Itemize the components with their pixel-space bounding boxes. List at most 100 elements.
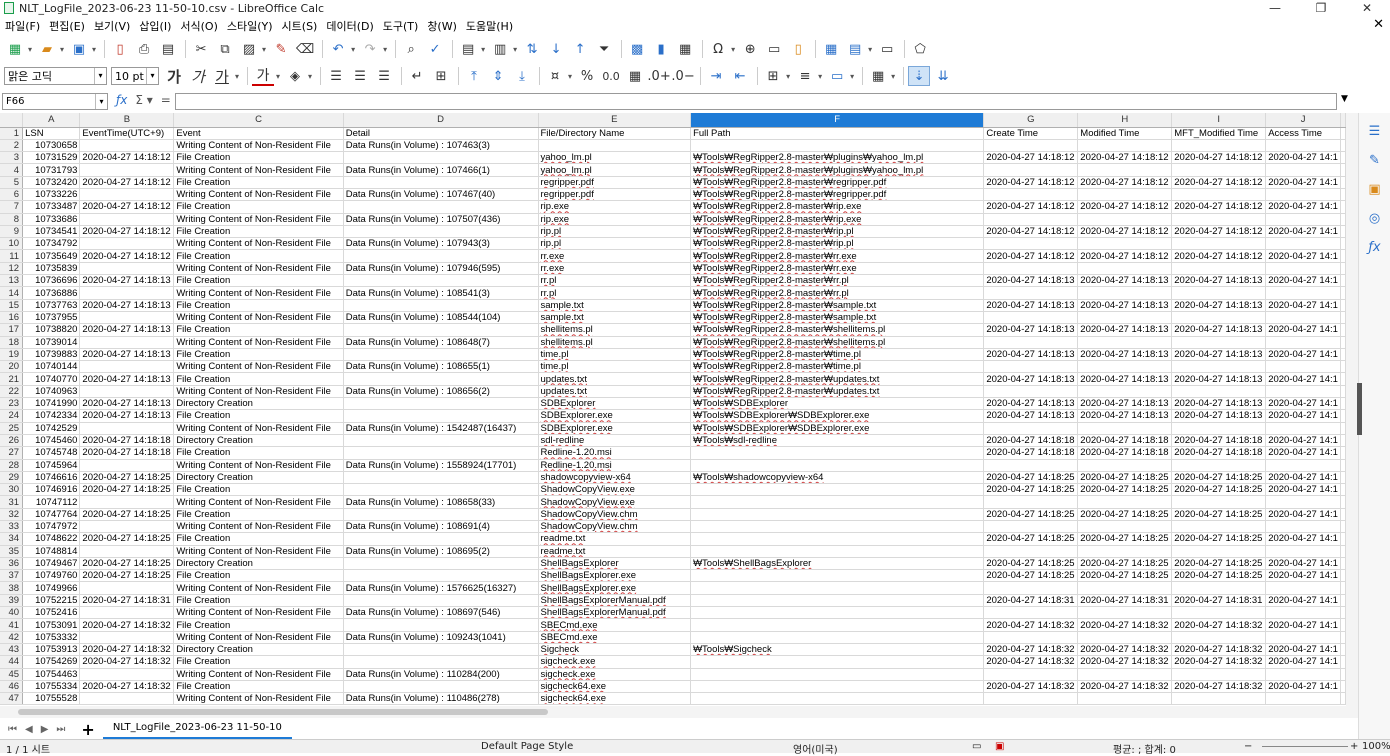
cell[interactable]: EventTime(UTC+9) [79,127,175,140]
chevron-down-icon[interactable]: ▾ [146,68,158,84]
conditional-format-icon[interactable]: ▦ [867,66,889,86]
cell[interactable]: 10748622 [22,532,81,546]
column-header[interactable]: C [173,113,344,128]
cell[interactable]: 2020-04-27 14:18:12 [1171,176,1267,189]
cell[interactable] [1340,680,1346,694]
cell[interactable]: 10742529 [22,422,81,435]
cell[interactable] [79,385,175,399]
cell[interactable] [79,163,175,177]
row-header[interactable]: 11 [0,249,24,263]
paste-icon[interactable]: ▨ [238,39,260,59]
cell[interactable]: 2020-04-27 14:18:25 [983,508,1079,522]
cell[interactable] [1340,139,1346,153]
cell[interactable]: 2020-04-27 14:18:25 [1077,532,1173,546]
minimize-button[interactable]: — [1252,0,1298,16]
cell[interactable]: Data Runs(in Volume) : 108658(33) [343,495,539,509]
cell[interactable]: ₩Tools₩SDBExplorer [690,397,985,411]
cell[interactable]: 10733226 [22,188,81,202]
row-header[interactable]: 10 [0,237,24,251]
zoom-out-icon[interactable]: − [1244,741,1252,752]
cell[interactable]: Data Runs(in Volume) : 107463(3) [343,139,539,153]
cell[interactable]: 2020-04-27 14:18:13 [983,397,1079,411]
cell[interactable]: Writing Content of Non-Resident File [173,459,344,472]
cell[interactable] [1265,545,1341,558]
row-dropdown-icon[interactable]: ▾ [481,45,485,54]
cell[interactable]: File Creation [173,249,344,263]
cell[interactable]: 2020-04-27 14:18:13 [983,299,1079,312]
cell[interactable] [690,631,985,644]
cell[interactable] [79,286,175,300]
cell[interactable] [1077,360,1173,374]
cell[interactable] [343,483,539,497]
cell[interactable]: ShellBagsExplorer.exe [538,569,692,583]
cell[interactable] [343,225,539,239]
cell[interactable] [343,397,539,411]
cell[interactable] [1340,471,1346,485]
show-draw-functions-icon[interactable]: ⬠ [909,39,931,59]
cell[interactable]: 2020-04-27 14:1 [1265,176,1341,189]
export-pdf-icon[interactable]: ▯ [109,39,131,59]
cell[interactable] [1265,237,1341,251]
cell[interactable]: Data Runs(in Volume) : 110284(200) [343,668,539,681]
cell[interactable] [1171,163,1267,177]
cell[interactable]: 2020-04-27 14:18:32 [983,618,1079,632]
cell[interactable]: 2020-04-27 14:1 [1265,299,1341,312]
cell[interactable]: ₩Tools₩ShellBagsExplorer [690,557,985,571]
cell[interactable] [79,422,175,435]
cell[interactable]: 2020-04-27 14:1 [1265,200,1341,214]
cell[interactable]: readme.txt [538,532,692,546]
scroll-first-sheet-icon[interactable]: ⏮ [8,724,17,735]
date-format-icon[interactable]: ▦ [624,66,646,86]
cell[interactable]: ₩Tools₩RegRipper2.8-master₩shellitems.pl [690,323,985,337]
spelling-icon[interactable]: ✓ [424,39,446,59]
cut-icon[interactable]: ✂ [190,39,212,59]
cell[interactable]: 2020-04-27 14:18:12 [983,176,1079,189]
open-folder-icon[interactable]: ▰ [36,39,58,59]
cell[interactable] [1340,176,1346,189]
cell[interactable]: 2020-04-27 14:18:12 [79,200,175,214]
cell[interactable] [1171,668,1267,681]
cell[interactable]: 2020-04-27 14:18:25 [1171,508,1267,522]
cell[interactable] [343,274,539,288]
row-header[interactable]: 2 [0,139,24,153]
cell[interactable]: 2020-04-27 14:1 [1265,618,1341,632]
cell[interactable]: 10753332 [22,631,81,644]
row-header[interactable]: 6 [0,188,24,202]
cell[interactable]: 2020-04-27 14:18:12 [983,249,1079,263]
cell[interactable]: Directory Creation [173,471,344,485]
cell[interactable] [1340,237,1346,251]
scroll-last-sheet-icon[interactable]: ⏭ [56,724,65,735]
cell[interactable] [1340,274,1346,288]
sort-descending-icon[interactable]: ↑ [569,39,591,59]
menu-insert[interactable]: 삽입(I) [134,18,175,34]
cell[interactable] [1171,459,1267,472]
cell[interactable]: ShellBagsExplorerManual.pdf [538,594,692,608]
cell[interactable]: shellitems.pl [538,323,692,337]
close-button[interactable]: ✕ [1344,0,1390,16]
cell[interactable]: 2020-04-27 14:18:12 [1171,151,1267,165]
cell[interactable]: regripper.pdf [538,188,692,202]
cell[interactable] [1265,213,1341,226]
column-header[interactable]: B [79,113,175,128]
cell[interactable]: Full Path [690,127,985,140]
cell[interactable]: Directory Creation [173,643,344,657]
select-all-corner[interactable] [0,113,24,128]
cell[interactable] [79,631,175,644]
cell[interactable] [1077,139,1173,153]
cell[interactable] [1077,520,1173,534]
cell[interactable] [1171,286,1267,300]
cell[interactable] [1171,237,1267,251]
column-header[interactable]: H [1077,113,1173,128]
cell[interactable]: sdl-redline [538,434,692,448]
vertical-text-icon[interactable]: ⇣ [908,66,931,86]
cell[interactable] [983,237,1079,251]
cell[interactable] [79,581,175,595]
define-print-area-icon[interactable]: ▦ [820,39,842,59]
cell[interactable] [690,680,985,694]
expand-formula-bar-icon[interactable]: ▼ [1341,94,1348,104]
print-preview-icon[interactable]: ▤ [157,39,179,59]
cell[interactable]: 2020-04-27 14:18:18 [1171,434,1267,448]
cell[interactable] [1340,483,1346,497]
cell[interactable] [1077,262,1173,276]
cell[interactable]: ₩Tools₩RegRipper2.8-master₩regripper.pdf [690,176,985,189]
